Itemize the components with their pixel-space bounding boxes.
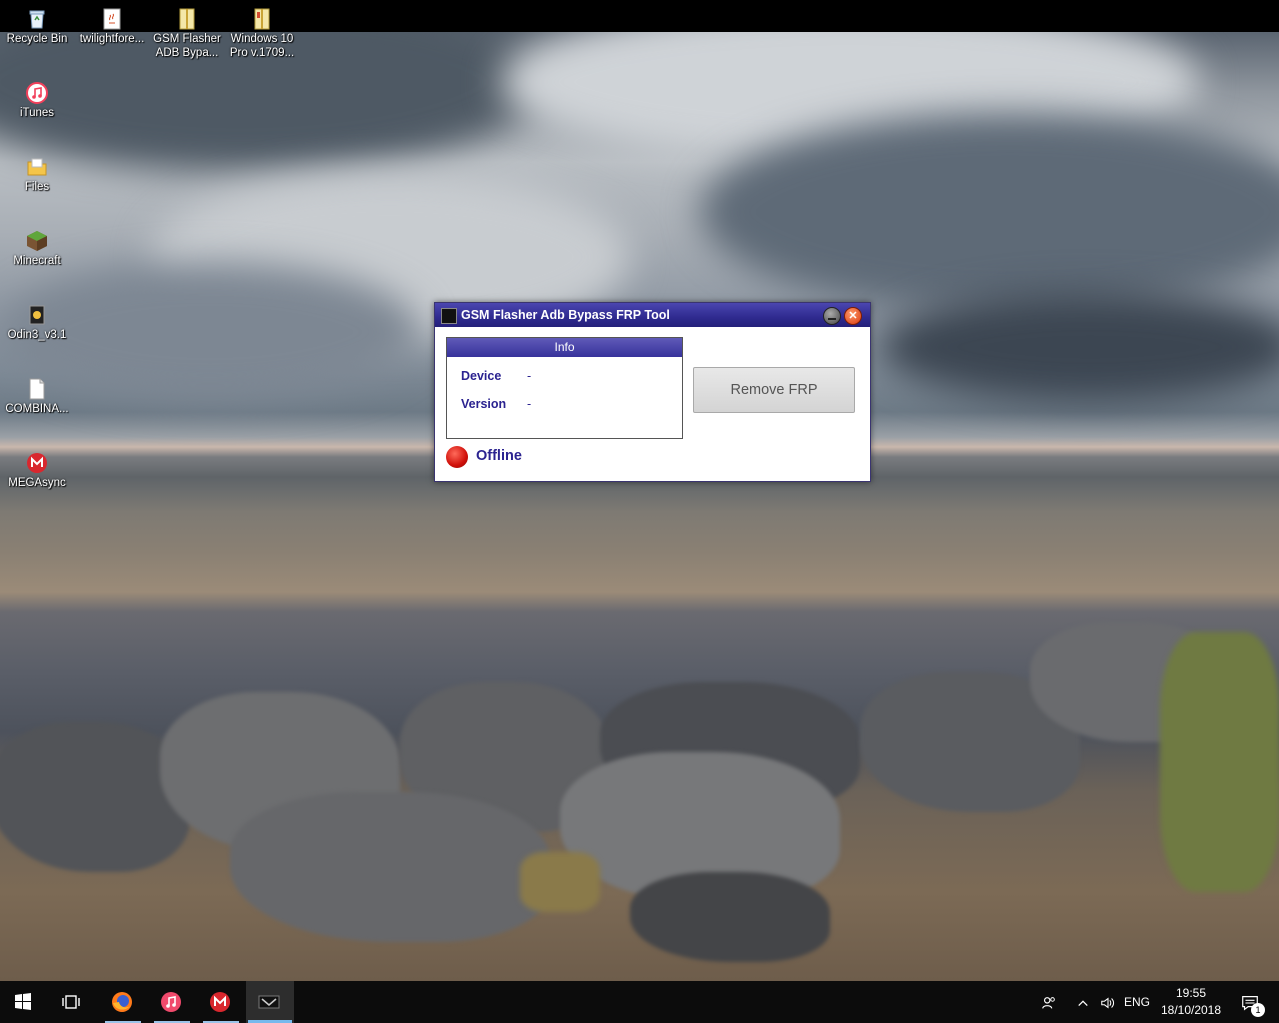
start-button[interactable] (0, 981, 48, 1023)
desktop-icon-recycle-bin[interactable]: Recycle Bin (1, 8, 73, 46)
recycle-bin-icon (26, 8, 48, 30)
desktop-icon-twilightforest[interactable]: twilightfore... (76, 8, 148, 46)
odin-icon (26, 304, 48, 326)
folder-icon (26, 156, 48, 178)
close-icon: ✕ (848, 310, 858, 322)
desktop-icon-files[interactable]: Files (1, 156, 73, 194)
desktop-icon-gsm-flasher-archive[interactable]: GSM Flasher ADB Bypa... (151, 8, 223, 60)
blank-file-icon (26, 378, 48, 400)
taskbar-megasync[interactable] (197, 981, 245, 1023)
desktop-icon-label: iTunes (19, 107, 55, 119)
itunes-icon (161, 992, 181, 1012)
action-center-button[interactable]: 1 (1230, 981, 1270, 1023)
clock-time: 19:55 (1175, 986, 1207, 1000)
gsm-flasher-app-icon (441, 308, 457, 324)
archive-file-icon (176, 8, 198, 30)
gsm-flasher-icon (258, 995, 280, 1009)
clock-date: 18/10/2018 (1160, 1003, 1222, 1017)
archive-file-icon (251, 8, 273, 30)
desktop-icon-label: Odin3_v3.1 (7, 329, 67, 341)
desktop-icon-label-line-2: ADB Bypa... (155, 47, 219, 59)
desktop-icon-megasync[interactable]: MEGAsync (1, 452, 73, 490)
desktop-icon-label: Minecraft (13, 255, 61, 267)
desktop-icon-itunes[interactable]: iTunes (1, 82, 73, 120)
megasync-icon (210, 992, 230, 1012)
desktop-icon-label: COMBINA... (5, 403, 69, 415)
desktop-icon-label-line-1: GSM Flasher (153, 33, 221, 45)
windows-logo-icon (15, 993, 31, 1010)
input-language[interactable]: ENG (1122, 981, 1152, 1023)
window-title: GSM Flasher Adb Bypass FRP Tool (461, 308, 670, 322)
desktop-wallpaper (0, 32, 1279, 981)
taskbar-firefox[interactable] (99, 981, 147, 1023)
firefox-icon (112, 992, 132, 1012)
chevron-up-icon (1078, 1000, 1088, 1006)
gsm-flasher-window: GSM Flasher Adb Bypass FRP Tool ✕ Info D… (434, 302, 871, 482)
version-label: Version (461, 397, 507, 411)
desktop-icon-label: Recycle Bin (6, 33, 68, 45)
desktop-icon-minecraft[interactable]: Minecraft (1, 230, 73, 268)
connection-status: Offline (476, 448, 522, 464)
version-value: - (527, 397, 532, 411)
notification-count-badge: 1 (1251, 1003, 1265, 1017)
minimize-button[interactable] (823, 307, 841, 325)
taskbar-itunes[interactable] (148, 981, 196, 1023)
minecraft-icon (26, 230, 48, 252)
desktop-icon-label-line-2: Pro v.1709... (229, 47, 295, 59)
task-view-icon (62, 995, 80, 1009)
megasync-icon (26, 452, 48, 474)
remove-frp-button[interactable]: Remove FRP (693, 367, 855, 413)
info-panel: Info Device - Version - (446, 337, 683, 439)
info-panel-header: Info (447, 338, 682, 357)
taskbar: ENG 19:55 18/10/2018 1 (0, 981, 1279, 1023)
desktop-icon-label: MEGAsync (8, 477, 66, 489)
device-label: Device (461, 369, 502, 383)
status-indicator-icon (446, 446, 468, 468)
people-button[interactable] (1036, 981, 1062, 1023)
desktop-icon-label: twilightfore... (79, 33, 145, 45)
desktop-icon-windows-10-archive[interactable]: Windows 10 Pro v.1709... (226, 8, 298, 60)
device-value: - (527, 369, 532, 383)
desktop-icon-odin3[interactable]: Odin3_v3.1 (1, 304, 73, 342)
close-button[interactable]: ✕ (844, 307, 862, 325)
desktop-icon-combination-file[interactable]: COMBINA... (1, 378, 73, 416)
java-file-icon (101, 8, 123, 30)
speaker-icon (1101, 997, 1115, 1009)
task-view-button[interactable] (48, 981, 96, 1023)
people-icon (1042, 996, 1055, 1009)
volume-button[interactable] (1096, 981, 1120, 1023)
taskbar-gsm-flasher[interactable] (246, 981, 294, 1023)
desktop-icon-label: Files (24, 181, 50, 193)
taskbar-clock[interactable]: 19:55 18/10/2018 (1157, 985, 1225, 1019)
window-titlebar[interactable]: GSM Flasher Adb Bypass FRP Tool ✕ (435, 303, 870, 327)
desktop-icon-label-line-1: Windows 10 (230, 33, 294, 45)
show-hidden-icons-button[interactable] (1072, 981, 1094, 1023)
itunes-icon (26, 82, 48, 104)
